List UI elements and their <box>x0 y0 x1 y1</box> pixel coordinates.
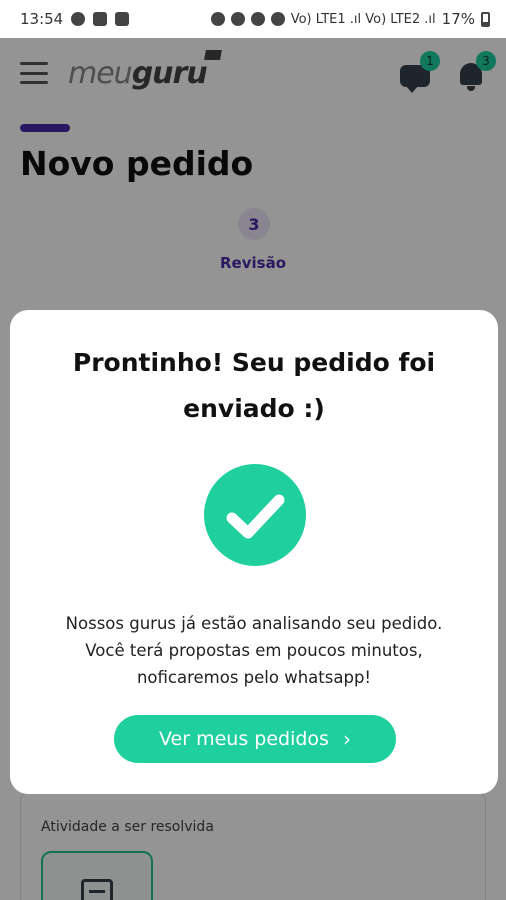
play-icon <box>71 12 86 26</box>
instagram-icon <box>93 12 108 26</box>
status-bar: 13:54 Vo) LTE1 .ıl Vo) LTE2 .ıl 17% <box>0 0 506 38</box>
status-right: Vo) LTE1 .ıl Vo) LTE2 .ıl 17% <box>210 10 490 28</box>
modal-message: Nossos gurus já estão analisando seu ped… <box>30 610 478 691</box>
signal-text: Vo) LTE1 .ıl Vo) LTE2 .ıl <box>290 11 436 27</box>
alarm-icon <box>210 12 225 26</box>
modal-title: Prontinho! Seu pedido foi enviado :) <box>72 348 436 423</box>
success-modal: Prontinho! Seu pedido foi enviado :) Nos… <box>10 310 498 794</box>
success-check-icon <box>204 464 306 566</box>
status-left: 13:54 <box>20 10 130 28</box>
mail-icon <box>115 12 130 26</box>
modal-message-line-1: Nossos gurus já estão analisando seu ped… <box>65 614 443 633</box>
view-orders-button[interactable]: Ver meus pedidos › <box>114 715 396 763</box>
wifi-icon <box>270 12 285 26</box>
battery-icon <box>481 11 490 27</box>
status-time: 13:54 <box>20 10 64 28</box>
mute-icon <box>250 12 265 26</box>
view-orders-label: Ver meus pedidos <box>159 728 329 750</box>
modal-message-line-2: Você terá propostas em poucos minutos, <box>85 641 423 660</box>
bluetooth-icon <box>230 12 245 26</box>
chevron-right-icon: › <box>342 727 351 751</box>
modal-message-line-3: noficaremos pelo whatsapp! <box>136 668 372 687</box>
battery-percent: 17% <box>441 10 475 28</box>
